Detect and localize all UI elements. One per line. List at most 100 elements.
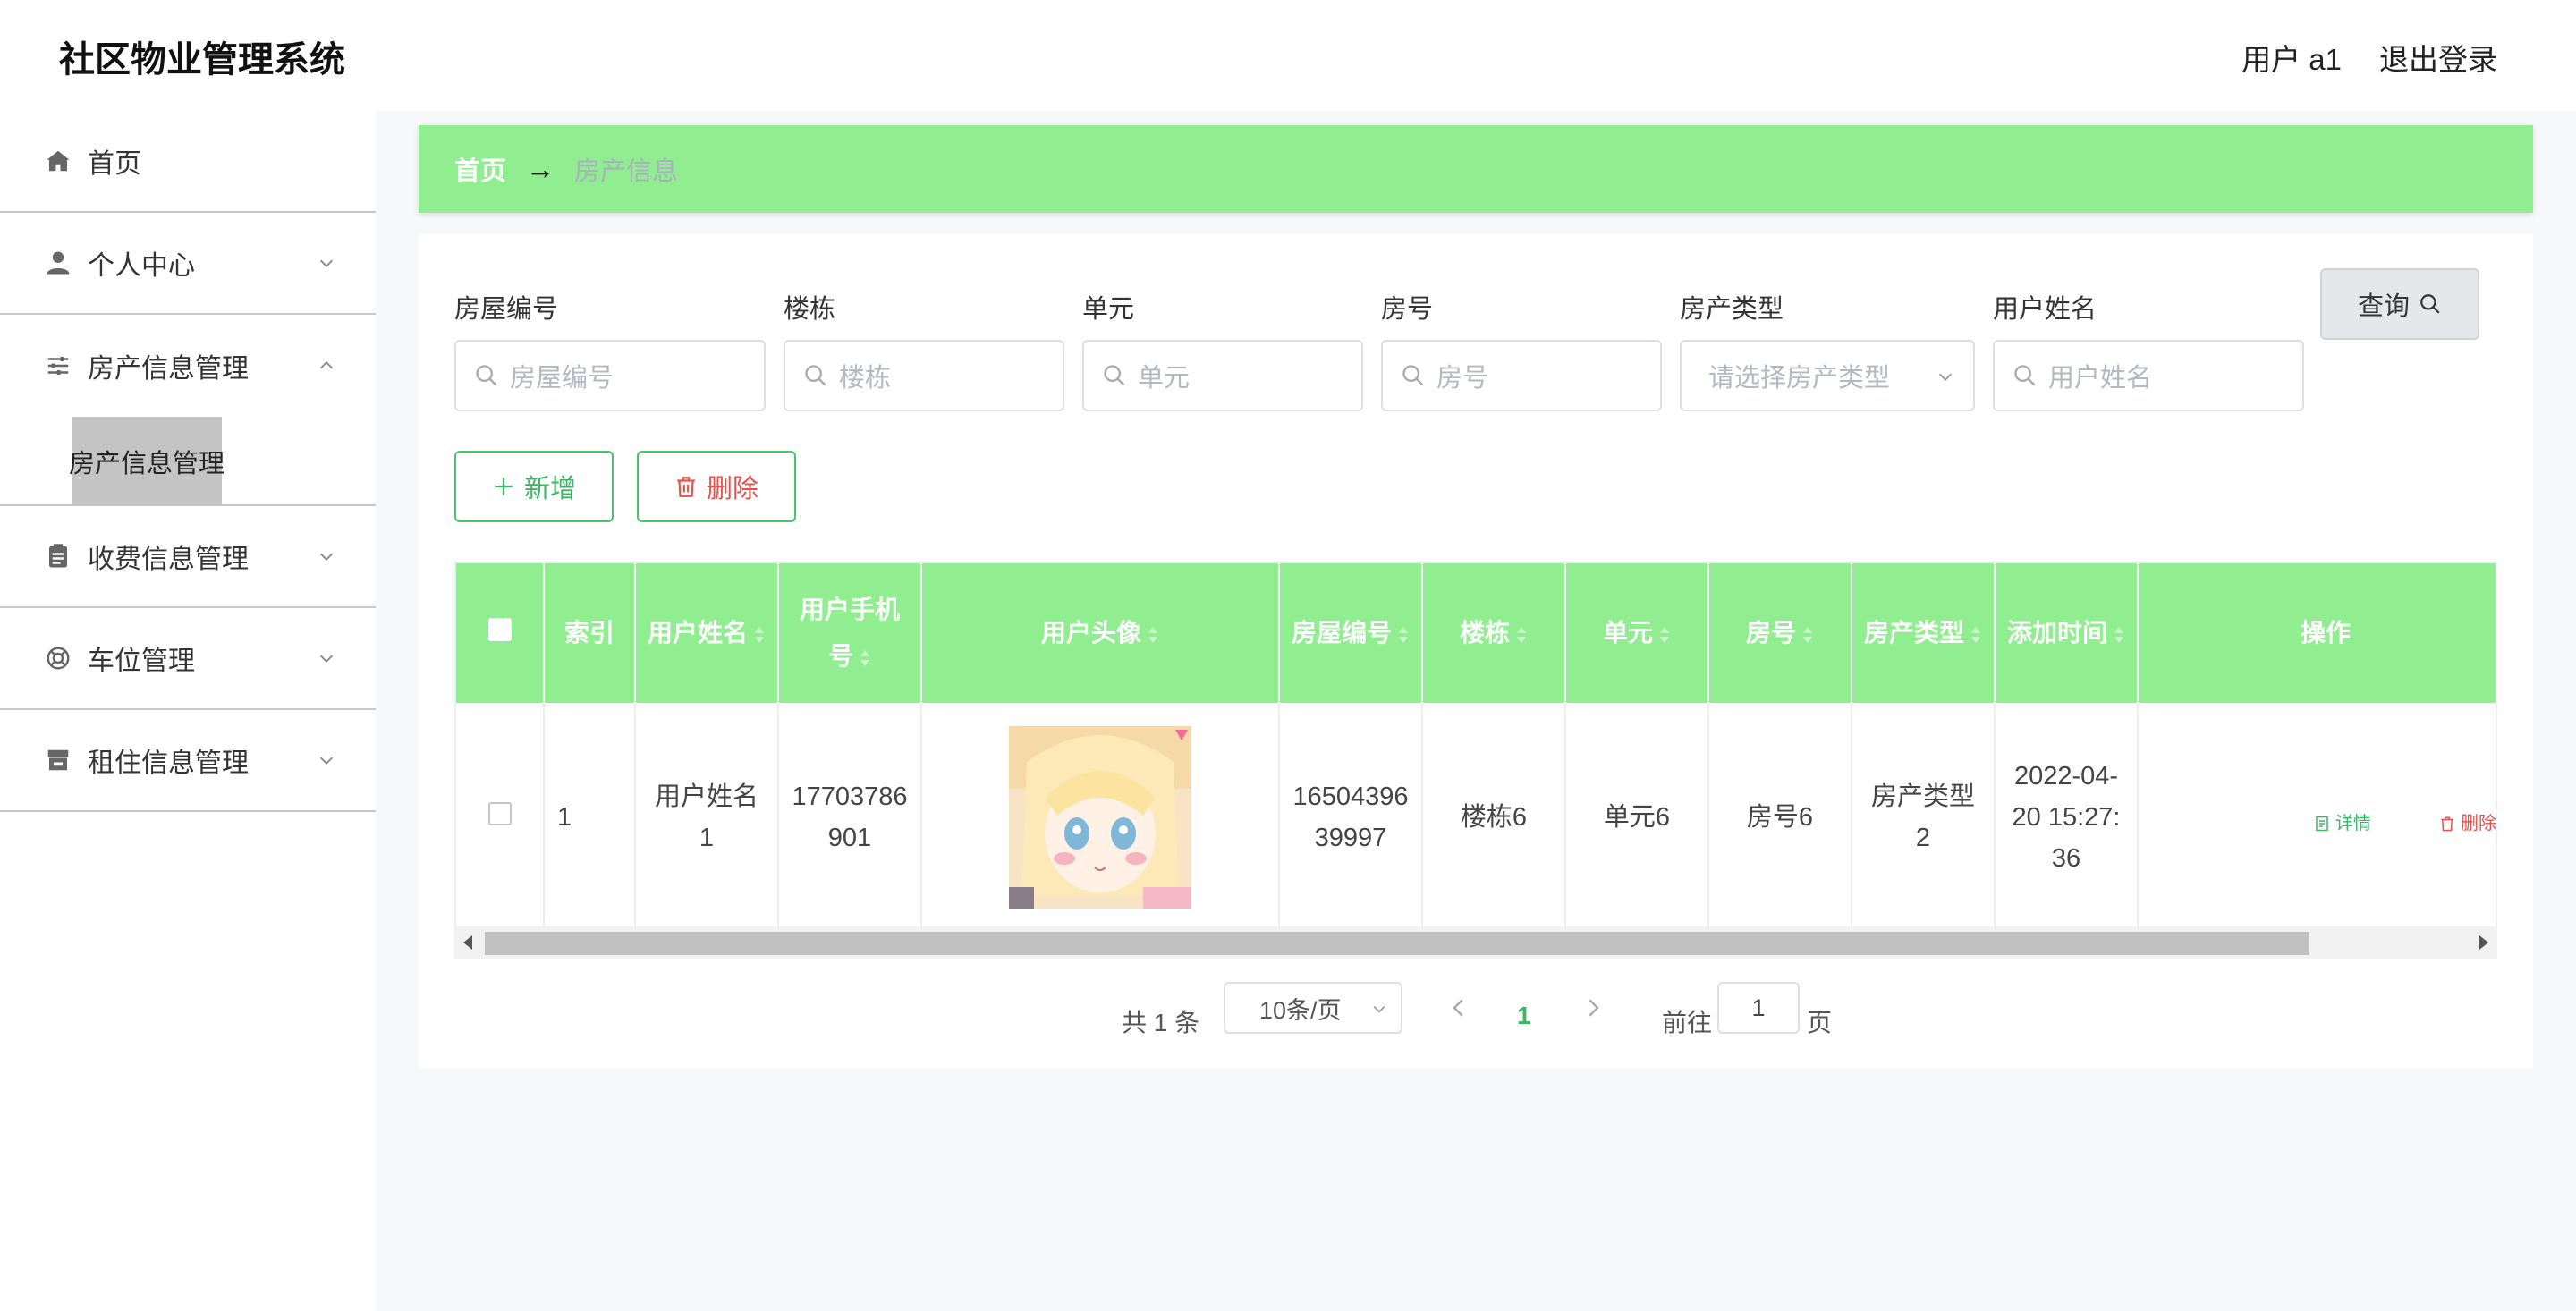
cell-added-time: 2022-04-20 15:27:36 (1995, 703, 2139, 932)
col-header-building[interactable]: 楼栋 (1422, 563, 1566, 703)
select-all-cell[interactable] (456, 563, 545, 703)
cell-user-name: 用户姓名1 (635, 703, 779, 932)
sort-icon (1399, 626, 1408, 643)
room-label: 房号 (1381, 295, 1434, 324)
chevron-down-icon (319, 655, 334, 663)
query-button[interactable]: 查询 (2320, 268, 2479, 340)
chevron-up-icon (319, 361, 334, 369)
scrollbar-thumb[interactable] (485, 932, 2309, 955)
home-icon (43, 146, 73, 176)
chevron-left-icon[interactable] (1445, 994, 1472, 1021)
detail-label: 详情 (2335, 814, 2371, 833)
sort-icon (1660, 626, 1669, 643)
sidebar-item-personal-center[interactable]: 个人中心 (0, 213, 376, 315)
user-name-input[interactable]: 用户姓名 (1993, 340, 2304, 411)
trash-icon (677, 477, 695, 497)
store-icon (43, 745, 73, 775)
add-button[interactable]: 新增 (454, 451, 614, 522)
col-header-user-name[interactable]: 用户姓名 (635, 563, 779, 703)
breadcrumb: 首页 → 房产信息 (419, 125, 2533, 213)
delete-label: 删除 (706, 475, 758, 503)
row-checkbox[interactable] (487, 802, 512, 825)
col-header-house-no[interactable]: 房屋编号 (1279, 563, 1423, 703)
cell-building: 楼栋6 (1422, 703, 1566, 932)
query-label: 查询 (2357, 292, 2410, 321)
detail-button[interactable]: 详情 (2314, 803, 2371, 844)
col-header-phone[interactable]: 用户手机号 (778, 563, 922, 703)
search-icon (1104, 365, 1125, 386)
document-icon (2316, 816, 2328, 832)
col-header-added-time[interactable]: 添加时间 (1995, 563, 2139, 703)
building-placeholder: 楼栋 (839, 364, 892, 393)
cell-unit: 单元6 (1565, 703, 1709, 932)
lifebuoy-icon (43, 643, 73, 673)
scroll-left-arrow-icon[interactable] (463, 935, 472, 950)
col-header-avatar[interactable]: 用户头像 (921, 563, 1280, 703)
search-icon (2014, 365, 2036, 386)
goto-label: 前往 (1662, 1009, 1713, 1036)
sort-icon (1148, 626, 1157, 643)
unit-input[interactable]: 单元 (1082, 340, 1363, 411)
horizontal-scrollbar[interactable] (454, 926, 2497, 959)
search-icon (2420, 294, 2440, 314)
sidebar-item-fee-management[interactable]: 收费信息管理 (0, 506, 376, 608)
house-no-label: 房屋编号 (454, 295, 559, 324)
search-icon (805, 365, 826, 386)
sidebar-item-label: 车位管理 (88, 647, 195, 676)
user-name-placeholder: 用户姓名 (2048, 364, 2153, 393)
app-title: 社区物业管理系统 (59, 40, 345, 80)
chevron-down-icon (319, 757, 334, 765)
sidebar-submenu: 房产信息管理 (0, 417, 376, 506)
col-header-index: 索引 (544, 563, 636, 703)
cell-index: 1 (544, 703, 636, 932)
sort-icon (1971, 626, 1980, 643)
page-size-select[interactable]: 10条/页 (1224, 982, 1402, 1034)
sidebar-item-property-management[interactable]: 房产信息管理 (0, 315, 376, 417)
sidebar-item-parking-management[interactable]: 车位管理 (0, 608, 376, 710)
page-number-current[interactable]: 1 (1517, 1002, 1531, 1030)
goto-page-input[interactable] (1717, 982, 1800, 1034)
chevron-down-icon (1373, 1005, 1385, 1013)
breadcrumb-current: 房产信息 (574, 157, 679, 186)
cell-actions: 详情 删除 (2138, 703, 2496, 932)
sort-icon (860, 649, 869, 666)
row-delete-button[interactable]: 删除 (2439, 803, 2496, 844)
scroll-right-arrow-icon[interactable] (2479, 935, 2488, 950)
property-type-label: 房产类型 (1680, 295, 1784, 324)
room-input[interactable]: 房号 (1381, 340, 1662, 411)
select-all-checkbox[interactable] (487, 618, 512, 641)
sliders-icon (43, 351, 73, 381)
sidebar-item-rental-management[interactable]: 租住信息管理 (0, 710, 376, 812)
plus-icon (495, 478, 513, 495)
house-no-input[interactable]: 房屋编号 (454, 340, 766, 411)
user-avatar-image (1009, 726, 1191, 909)
sort-icon (2114, 626, 2123, 643)
sidebar-item-label: 个人中心 (88, 251, 195, 281)
pagination: 共 1 条 10条/页 1 前往 页 (419, 982, 2533, 1053)
search-icon (476, 365, 497, 386)
sort-icon (755, 626, 764, 643)
chevron-right-icon[interactable] (1580, 994, 1606, 1021)
chevron-down-icon (319, 259, 334, 267)
sort-icon (1803, 626, 1812, 643)
trash-icon (2441, 816, 2453, 832)
row-delete-label: 删除 (2461, 814, 2496, 833)
col-header-type[interactable]: 房产类型 (1852, 563, 1996, 703)
sidebar-subitem-property-info[interactable]: 房产信息管理 (69, 417, 225, 506)
sidebar: 首页 个人中心 房产信息管理 房产信息管理 收费信息管理 车位管理 租住信息管理 (0, 111, 376, 1311)
sidebar-item-label: 收费信息管理 (88, 545, 249, 574)
row-select-cell[interactable] (456, 703, 545, 932)
breadcrumb-home[interactable]: 首页 (454, 150, 506, 188)
sidebar-item-home[interactable]: 首页 (0, 111, 376, 213)
property-type-select[interactable]: 请选择房产类型 (1680, 340, 1975, 411)
building-input[interactable]: 楼栋 (784, 340, 1064, 411)
room-placeholder: 房号 (1436, 364, 1489, 393)
col-header-unit[interactable]: 单元 (1565, 563, 1709, 703)
logout-link[interactable]: 退出登录 (2379, 36, 2497, 79)
col-header-room[interactable]: 房号 (1708, 563, 1852, 703)
delete-button[interactable]: 删除 (637, 451, 796, 522)
table-row: 1 用户姓名1 17703786901 1650439639997 楼栋6 单元… (456, 703, 2496, 932)
sidebar-item-label: 首页 (88, 149, 141, 179)
unit-placeholder: 单元 (1138, 364, 1191, 393)
app-header: 社区物业管理系统 用户 a1 退出登录 (0, 0, 2576, 111)
